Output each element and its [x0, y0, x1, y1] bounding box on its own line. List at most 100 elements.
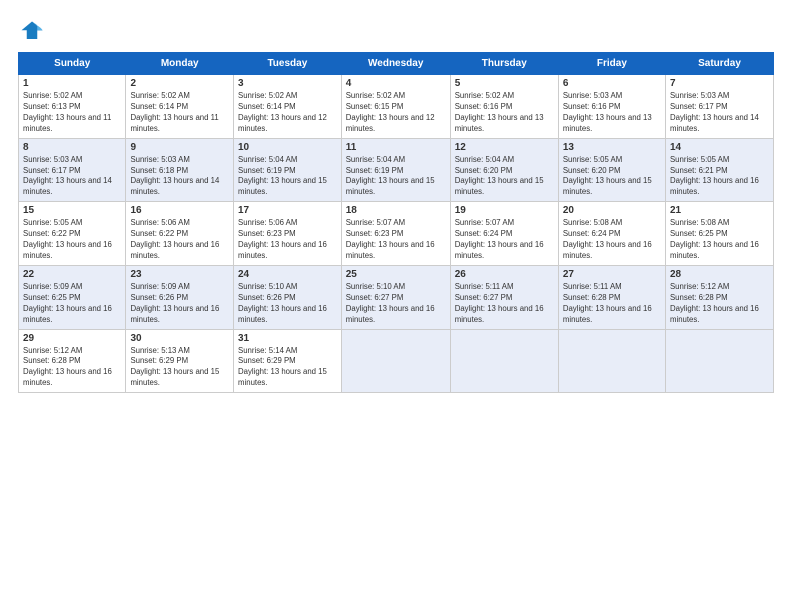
logo-icon — [18, 18, 46, 46]
calendar-cell: 10 Sunrise: 5:04 AMSunset: 6:19 PMDayligh… — [234, 138, 342, 202]
day-number: 4 — [346, 78, 446, 89]
day-number: 29 — [23, 333, 121, 344]
day-info: Sunrise: 5:04 AMSunset: 6:19 PMDaylight:… — [238, 155, 337, 199]
day-info: Sunrise: 5:11 AMSunset: 6:28 PMDaylight:… — [563, 282, 661, 326]
calendar-cell: 11 Sunrise: 5:04 AMSunset: 6:19 PMDayligh… — [341, 138, 450, 202]
day-info: Sunrise: 5:09 AMSunset: 6:25 PMDaylight:… — [23, 282, 121, 326]
day-info: Sunrise: 5:03 AMSunset: 6:16 PMDaylight:… — [563, 91, 661, 135]
day-info: Sunrise: 5:10 AMSunset: 6:26 PMDaylight:… — [238, 282, 337, 326]
day-number: 30 — [130, 333, 229, 344]
day-number: 20 — [563, 205, 661, 216]
day-number: 11 — [346, 142, 446, 153]
day-info: Sunrise: 5:04 AMSunset: 6:19 PMDaylight:… — [346, 155, 446, 199]
day-number: 10 — [238, 142, 337, 153]
day-info: Sunrise: 5:03 AMSunset: 6:17 PMDaylight:… — [670, 91, 769, 135]
day-header-monday: Monday — [126, 53, 234, 75]
day-info: Sunrise: 5:12 AMSunset: 6:28 PMDaylight:… — [670, 282, 769, 326]
header-row: SundayMondayTuesdayWednesdayThursdayFrid… — [19, 53, 774, 75]
day-info: Sunrise: 5:06 AMSunset: 6:23 PMDaylight:… — [238, 218, 337, 262]
day-info: Sunrise: 5:12 AMSunset: 6:28 PMDaylight:… — [23, 346, 121, 390]
day-number: 13 — [563, 142, 661, 153]
calendar-cell: 8 Sunrise: 5:03 AMSunset: 6:17 PMDaylight… — [19, 138, 126, 202]
day-info: Sunrise: 5:13 AMSunset: 6:29 PMDaylight:… — [130, 346, 229, 390]
day-info: Sunrise: 5:02 AMSunset: 6:14 PMDaylight:… — [238, 91, 337, 135]
day-info: Sunrise: 5:03 AMSunset: 6:17 PMDaylight:… — [23, 155, 121, 199]
calendar-table: SundayMondayTuesdayWednesdayThursdayFrid… — [18, 52, 774, 393]
day-info: Sunrise: 5:11 AMSunset: 6:27 PMDaylight:… — [455, 282, 554, 326]
day-header-friday: Friday — [558, 53, 665, 75]
calendar-cell: 14 Sunrise: 5:05 AMSunset: 6:21 PMDayligh… — [665, 138, 773, 202]
calendar-cell: 15 Sunrise: 5:05 AMSunset: 6:22 PMDayligh… — [19, 202, 126, 266]
calendar-cell: 31 Sunrise: 5:14 AMSunset: 6:29 PMDayligh… — [234, 329, 342, 393]
day-info: Sunrise: 5:07 AMSunset: 6:23 PMDaylight:… — [346, 218, 446, 262]
day-number: 15 — [23, 205, 121, 216]
calendar-week-4: 22 Sunrise: 5:09 AMSunset: 6:25 PMDayligh… — [19, 265, 774, 329]
day-number: 27 — [563, 269, 661, 280]
day-number: 26 — [455, 269, 554, 280]
calendar-cell: 27 Sunrise: 5:11 AMSunset: 6:28 PMDayligh… — [558, 265, 665, 329]
calendar-cell: 26 Sunrise: 5:11 AMSunset: 6:27 PMDayligh… — [450, 265, 558, 329]
day-info: Sunrise: 5:09 AMSunset: 6:26 PMDaylight:… — [130, 282, 229, 326]
calendar-cell: 12 Sunrise: 5:04 AMSunset: 6:20 PMDayligh… — [450, 138, 558, 202]
day-info: Sunrise: 5:05 AMSunset: 6:22 PMDaylight:… — [23, 218, 121, 262]
calendar-cell: 16 Sunrise: 5:06 AMSunset: 6:22 PMDayligh… — [126, 202, 234, 266]
day-info: Sunrise: 5:07 AMSunset: 6:24 PMDaylight:… — [455, 218, 554, 262]
day-number: 24 — [238, 269, 337, 280]
day-number: 8 — [23, 142, 121, 153]
calendar-cell: 21Sunrise: 5:08 AMSunset: 6:25 PMDayligh… — [665, 202, 773, 266]
calendar-cell: 3Sunrise: 5:02 AMSunset: 6:14 PMDaylight… — [234, 75, 342, 139]
day-header-saturday: Saturday — [665, 53, 773, 75]
calendar-cell — [450, 329, 558, 393]
logo — [18, 18, 50, 46]
calendar-cell: 29 Sunrise: 5:12 AMSunset: 6:28 PMDayligh… — [19, 329, 126, 393]
day-number: 31 — [238, 333, 337, 344]
day-info: Sunrise: 5:02 AMSunset: 6:15 PMDaylight:… — [346, 91, 446, 135]
day-header-tuesday: Tuesday — [234, 53, 342, 75]
calendar-cell: 28 Sunrise: 5:12 AMSunset: 6:28 PMDayligh… — [665, 265, 773, 329]
day-number: 25 — [346, 269, 446, 280]
day-info: Sunrise: 5:08 AMSunset: 6:24 PMDaylight:… — [563, 218, 661, 262]
calendar-week-1: 1 Sunrise: 5:02 AMSunset: 6:13 PMDaylight… — [19, 75, 774, 139]
day-info: Sunrise: 5:02 AMSunset: 6:16 PMDaylight:… — [455, 91, 554, 135]
day-number: 9 — [130, 142, 229, 153]
day-info: Sunrise: 5:08 AMSunset: 6:25 PMDaylight:… — [670, 218, 769, 262]
calendar-cell: 7 Sunrise: 5:03 AMSunset: 6:17 PMDaylight… — [665, 75, 773, 139]
calendar-cell: 20 Sunrise: 5:08 AMSunset: 6:24 PMDayligh… — [558, 202, 665, 266]
calendar-cell — [341, 329, 450, 393]
day-info: Sunrise: 5:05 AMSunset: 6:21 PMDaylight:… — [670, 155, 769, 199]
calendar-cell — [665, 329, 773, 393]
day-number: 28 — [670, 269, 769, 280]
calendar-cell: 19Sunrise: 5:07 AMSunset: 6:24 PMDayligh… — [450, 202, 558, 266]
calendar-cell: 4 Sunrise: 5:02 AMSunset: 6:15 PMDaylight… — [341, 75, 450, 139]
calendar-cell: 25 Sunrise: 5:10 AMSunset: 6:27 PMDayligh… — [341, 265, 450, 329]
page: SundayMondayTuesdayWednesdayThursdayFrid… — [0, 0, 792, 612]
day-number: 18 — [346, 205, 446, 216]
day-number: 1 — [23, 78, 121, 89]
day-number: 14 — [670, 142, 769, 153]
calendar-cell: 23 Sunrise: 5:09 AMSunset: 6:26 PMDayligh… — [126, 265, 234, 329]
day-info: Sunrise: 5:02 AMSunset: 6:13 PMDaylight:… — [23, 91, 121, 135]
day-number: 23 — [130, 269, 229, 280]
calendar-cell: 17 Sunrise: 5:06 AMSunset: 6:23 PMDayligh… — [234, 202, 342, 266]
day-number: 7 — [670, 78, 769, 89]
calendar-cell: 22 Sunrise: 5:09 AMSunset: 6:25 PMDayligh… — [19, 265, 126, 329]
day-number: 5 — [455, 78, 554, 89]
calendar-cell: 18 Sunrise: 5:07 AMSunset: 6:23 PMDayligh… — [341, 202, 450, 266]
calendar-cell: 24 Sunrise: 5:10 AMSunset: 6:26 PMDayligh… — [234, 265, 342, 329]
day-info: Sunrise: 5:03 AMSunset: 6:18 PMDaylight:… — [130, 155, 229, 199]
calendar-cell: 1 Sunrise: 5:02 AMSunset: 6:13 PMDaylight… — [19, 75, 126, 139]
day-header-wednesday: Wednesday — [341, 53, 450, 75]
day-info: Sunrise: 5:14 AMSunset: 6:29 PMDaylight:… — [238, 346, 337, 390]
calendar-cell: 30 Sunrise: 5:13 AMSunset: 6:29 PMDayligh… — [126, 329, 234, 393]
calendar-cell: 9 Sunrise: 5:03 AMSunset: 6:18 PMDaylight… — [126, 138, 234, 202]
calendar-cell: 5 Sunrise: 5:02 AMSunset: 6:16 PMDaylight… — [450, 75, 558, 139]
day-number: 16 — [130, 205, 229, 216]
day-number: 6 — [563, 78, 661, 89]
day-number: 12 — [455, 142, 554, 153]
day-number: 22 — [23, 269, 121, 280]
day-info: Sunrise: 5:06 AMSunset: 6:22 PMDaylight:… — [130, 218, 229, 262]
day-number: 17 — [238, 205, 337, 216]
day-info: Sunrise: 5:10 AMSunset: 6:27 PMDaylight:… — [346, 282, 446, 326]
calendar-cell: 2Sunrise: 5:02 AMSunset: 6:14 PMDaylight… — [126, 75, 234, 139]
day-info: Sunrise: 5:04 AMSunset: 6:20 PMDaylight:… — [455, 155, 554, 199]
